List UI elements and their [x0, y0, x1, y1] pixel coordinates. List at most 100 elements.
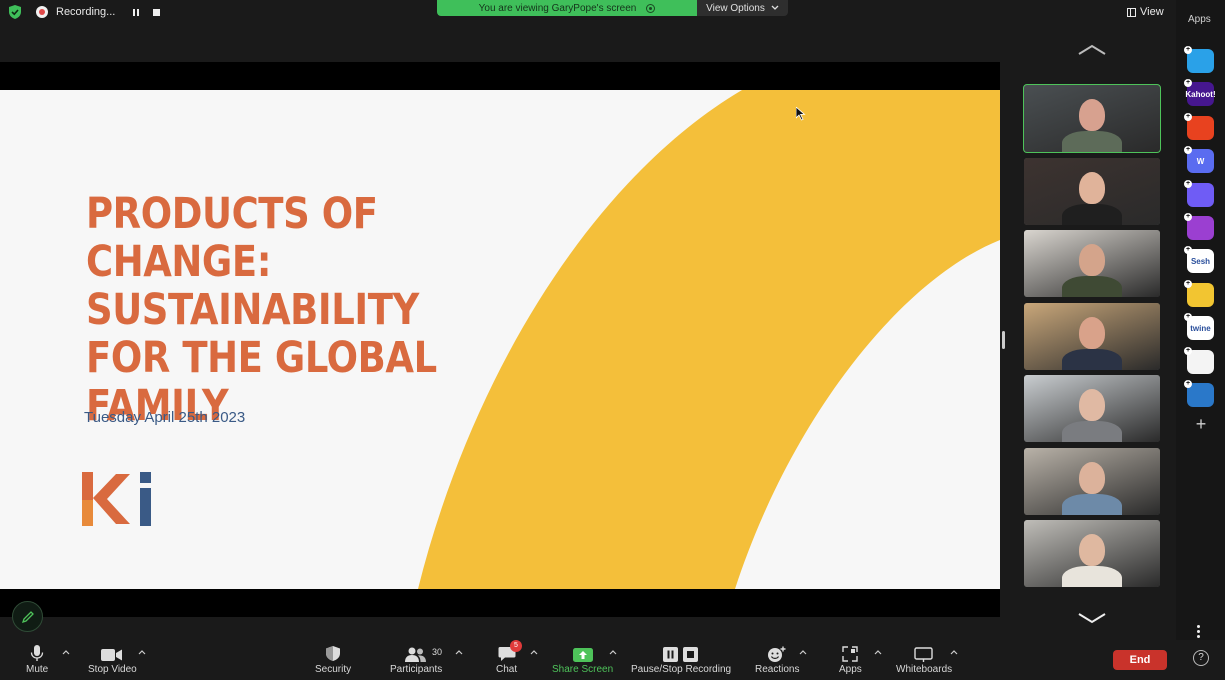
reactions-label: Reactions: [755, 664, 800, 675]
app-icon-app-10[interactable]: +: [1184, 346, 1214, 374]
panel-resize-handle[interactable]: [1002, 331, 1005, 349]
video-options-caret-icon[interactable]: [138, 649, 146, 655]
view-options-button[interactable]: View Options: [697, 0, 788, 16]
add-badge-icon: +: [1184, 79, 1192, 88]
participants-icon: [405, 647, 427, 662]
whiteboards-options-caret-icon[interactable]: [950, 649, 958, 655]
emoji-plus-icon: [768, 646, 786, 662]
mute-options-caret-icon[interactable]: [62, 649, 70, 655]
participant-video-tile[interactable]: [1024, 157, 1160, 225]
mute-label: Mute: [26, 664, 49, 675]
add-app-icon[interactable]: +: [1193, 415, 1209, 433]
viewing-screen-banner: You are viewing GaryPope's screen: [437, 0, 697, 16]
participants-count: 30: [432, 647, 443, 657]
view-options-label: View Options: [706, 2, 765, 14]
participant-body: [1062, 131, 1122, 152]
participant-body: [1062, 276, 1122, 297]
add-badge-icon: +: [1184, 146, 1192, 155]
reactions-options-caret-icon[interactable]: [799, 649, 807, 655]
participants-label: Participants: [390, 664, 443, 675]
participant-video-tile[interactable]: [1024, 302, 1160, 370]
participant-video-tile[interactable]: [1024, 375, 1160, 442]
participant-body: [1062, 566, 1122, 587]
share-screen-label: Share Screen: [552, 664, 614, 675]
security-label: Security: [315, 664, 352, 675]
video-camera-icon: [101, 649, 123, 661]
apps-label: Apps: [839, 664, 862, 675]
more-options-icon[interactable]: [1197, 625, 1200, 638]
app-icon-twine[interactable]: + twine: [1184, 313, 1214, 341]
shield-check-icon[interactable]: [8, 4, 22, 20]
apps-sidebar-title: Apps: [1188, 14, 1211, 25]
participant-face: [1079, 171, 1105, 204]
app-icon-app-4[interactable]: + W: [1184, 146, 1214, 174]
microphone-icon: [30, 645, 44, 661]
whiteboard-icon: [914, 647, 933, 662]
apps-button[interactable]: Apps: [839, 640, 862, 680]
share-options-caret-icon[interactable]: [609, 649, 617, 655]
pencil-icon: [21, 610, 34, 623]
apps-options-caret-icon[interactable]: [874, 649, 882, 655]
annotate-button[interactable]: [12, 601, 43, 632]
mute-button[interactable]: Mute: [26, 640, 48, 680]
pause-recording-icon[interactable]: [133, 8, 140, 16]
radio-icon: [646, 3, 656, 13]
app-icon-sesh[interactable]: + Sesh: [1184, 246, 1214, 274]
whiteboards-button[interactable]: Whiteboards: [896, 640, 952, 680]
add-badge-icon: +: [1184, 213, 1192, 221]
pause-stop-icon: [663, 647, 699, 662]
viewing-banner-text: You are viewing GaryPope's screen: [478, 2, 637, 14]
participant-face: [1079, 534, 1105, 566]
share-screen-button[interactable]: Share Screen: [552, 640, 613, 680]
app-icon-app-8[interactable]: +: [1184, 279, 1214, 307]
chat-options-caret-icon[interactable]: [530, 649, 538, 655]
apps-grid-icon: [842, 646, 859, 662]
add-badge-icon: +: [1184, 179, 1192, 188]
participant-video-tile[interactable]: [1024, 447, 1160, 515]
gallery-scroll-up-icon[interactable]: [1077, 44, 1107, 56]
pause-stop-recording-label: Pause/Stop Recording: [631, 664, 732, 675]
end-meeting-button[interactable]: End: [1113, 650, 1167, 670]
ki-logo: [82, 472, 151, 526]
participant-video-tile[interactable]: [1023, 84, 1161, 153]
add-badge-icon: +: [1184, 380, 1192, 388]
app-icon-app-11[interactable]: +: [1184, 380, 1214, 407]
slide-date: Tuesday April 25th 2023: [84, 409, 246, 426]
slide-title: PRODUCTS OF CHANGE: SUSTAINABILITY FOR T…: [86, 189, 437, 431]
participant-video-tile[interactable]: [1024, 520, 1160, 587]
pause-stop-recording-button[interactable]: Pause/Stop Recording: [631, 640, 731, 680]
participant-face: [1079, 316, 1105, 349]
participant-face: [1079, 461, 1105, 494]
app-icon-label: Sesh: [1190, 256, 1211, 266]
presentation-slide: PRODUCTS OF CHANGE: SUSTAINABILITY FOR T…: [0, 90, 1000, 589]
add-badge-icon: +: [1184, 46, 1192, 54]
security-button[interactable]: Security: [315, 640, 351, 680]
app-icon-app-1[interactable]: +: [1184, 46, 1214, 73]
help-icon[interactable]: ?: [1193, 650, 1209, 666]
participants-options-caret-icon[interactable]: [455, 649, 463, 655]
stop-recording-icon[interactable]: [153, 8, 161, 16]
gallery-scroll-down-icon[interactable]: [1077, 612, 1107, 624]
app-icon-kahoot[interactable]: + Kahoot!: [1184, 79, 1216, 107]
chat-label: Chat: [496, 664, 518, 675]
app-icon-app-5[interactable]: +: [1184, 179, 1214, 207]
reactions-button[interactable]: Reactions: [755, 640, 799, 680]
whiteboards-label: Whiteboards: [896, 664, 953, 675]
participant-body: [1062, 421, 1122, 442]
view-label: View: [1140, 6, 1164, 18]
chevron-down-icon: [771, 5, 779, 10]
recording-label: Recording...: [56, 6, 116, 18]
add-badge-icon: +: [1184, 346, 1192, 355]
stop-video-button[interactable]: Stop Video: [88, 640, 137, 680]
participant-video-tile[interactable]: [1024, 230, 1160, 297]
app-icon-app-3[interactable]: +: [1184, 112, 1214, 140]
participant-face: [1079, 99, 1105, 131]
recording-status: Recording...: [8, 4, 161, 20]
view-layout-button[interactable]: View: [1127, 6, 1164, 18]
participants-button[interactable]: Participants: [390, 640, 442, 680]
participant-body: [1062, 203, 1122, 225]
app-icon-app-6[interactable]: +: [1184, 213, 1214, 240]
app-icon-label: W: [1196, 156, 1205, 166]
meeting-toolbar: Mute Stop Video Security Participants 30…: [0, 640, 1176, 680]
add-badge-icon: +: [1184, 246, 1192, 255]
